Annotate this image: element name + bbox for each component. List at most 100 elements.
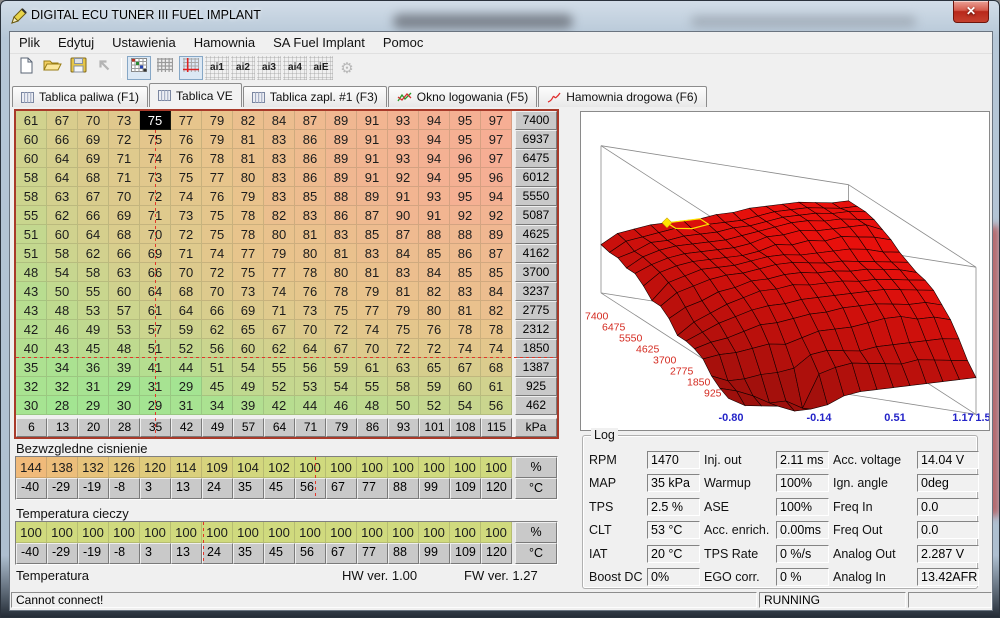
- ve-cell-r11c11[interactable]: 74: [357, 320, 388, 339]
- mini1-pct-13[interactable]: 100: [419, 457, 450, 478]
- ve-cell-r10c1[interactable]: 48: [47, 301, 78, 320]
- ve-cell-r11c9[interactable]: 70: [295, 320, 326, 339]
- ve-cell-r3c14[interactable]: 95: [450, 168, 481, 187]
- mini2-pct-12[interactable]: 100: [388, 522, 419, 543]
- ve-cell-r9c7[interactable]: 73: [233, 282, 264, 301]
- fuel-table-button[interactable]: [127, 56, 151, 80]
- ve-cell-r6c7[interactable]: 78: [233, 225, 264, 244]
- ve-cell-r9c2[interactable]: 55: [78, 282, 109, 301]
- ve-cell-r8c10[interactable]: 80: [326, 263, 357, 282]
- mini1-pct-1[interactable]: 138: [47, 457, 78, 478]
- mini2-pct-14[interactable]: 100: [450, 522, 481, 543]
- mini2-pct-9[interactable]: 100: [295, 522, 326, 543]
- ve-cell-r4c6[interactable]: 76: [202, 187, 233, 206]
- ve-cell-r14c6[interactable]: 45: [202, 377, 233, 396]
- menu-item-edytuj[interactable]: Edytuj: [49, 32, 103, 53]
- ve-cell-r11c5[interactable]: 59: [171, 320, 202, 339]
- mini2-pct-1[interactable]: 100: [47, 522, 78, 543]
- ve-cell-r12c0[interactable]: 40: [16, 339, 47, 358]
- mini1-pct-15[interactable]: 100: [481, 457, 512, 478]
- mini1-pct-12[interactable]: 100: [388, 457, 419, 478]
- ve-cell-r13c13[interactable]: 65: [419, 358, 450, 377]
- ve-cell-r8c15[interactable]: 85: [481, 263, 512, 282]
- ve-cell-r5c11[interactable]: 87: [357, 206, 388, 225]
- ve-cell-r2c3[interactable]: 71: [109, 149, 140, 168]
- tab-tablica-paliwa-f1-[interactable]: Tablica paliwa (F1): [12, 86, 148, 107]
- ve-cell-r11c1[interactable]: 46: [47, 320, 78, 339]
- ve-cell-r10c8[interactable]: 71: [264, 301, 295, 320]
- ve-cell-r15c15[interactable]: 56: [481, 396, 512, 415]
- ve-cell-r3c5[interactable]: 75: [171, 168, 202, 187]
- ve-cell-r4c11[interactable]: 89: [357, 187, 388, 206]
- ve-cell-r4c5[interactable]: 74: [171, 187, 202, 206]
- ve-cell-r3c15[interactable]: 96: [481, 168, 512, 187]
- ve-cell-r0c7[interactable]: 82: [233, 111, 264, 130]
- ve-cell-r14c13[interactable]: 59: [419, 377, 450, 396]
- mini2-pct-0[interactable]: 100: [16, 522, 47, 543]
- ve-cell-r14c12[interactable]: 58: [388, 377, 419, 396]
- ve-cell-r8c4[interactable]: 66: [140, 263, 171, 282]
- menu-item-sa-fuel-implant[interactable]: SA Fuel Implant: [264, 32, 374, 53]
- ve-cell-r0c4[interactable]: 75: [140, 111, 171, 130]
- ve-cell-r3c2[interactable]: 68: [78, 168, 109, 187]
- ve-cell-r15c4[interactable]: 29: [140, 396, 171, 415]
- ve-cell-r2c4[interactable]: 74: [140, 149, 171, 168]
- ve-cell-r1c3[interactable]: 72: [109, 130, 140, 149]
- ve-cell-r1c15[interactable]: 97: [481, 130, 512, 149]
- ve-cell-r9c3[interactable]: 60: [109, 282, 140, 301]
- ve-cell-r1c12[interactable]: 93: [388, 130, 419, 149]
- tab-tablica-zapl-1-f3-[interactable]: Tablica zapl. #1 (F3): [243, 86, 387, 107]
- ve-cell-r7c5[interactable]: 71: [171, 244, 202, 263]
- settings-button[interactable]: ⚙: [335, 56, 359, 80]
- ve-cell-r10c12[interactable]: 79: [388, 301, 419, 320]
- ve-cell-r11c2[interactable]: 49: [78, 320, 109, 339]
- ve-cell-r4c4[interactable]: 72: [140, 187, 171, 206]
- ve-cell-r12c3[interactable]: 48: [109, 339, 140, 358]
- ve-cell-r11c10[interactable]: 72: [326, 320, 357, 339]
- ve-cell-r10c13[interactable]: 80: [419, 301, 450, 320]
- ve-cell-r6c4[interactable]: 70: [140, 225, 171, 244]
- ve-cell-r15c6[interactable]: 34: [202, 396, 233, 415]
- mini2-pct-15[interactable]: 100: [481, 522, 512, 543]
- ve-cell-r9c10[interactable]: 78: [326, 282, 357, 301]
- ve-cell-r5c13[interactable]: 91: [419, 206, 450, 225]
- ve-cell-r9c15[interactable]: 84: [481, 282, 512, 301]
- ve-cell-r10c14[interactable]: 81: [450, 301, 481, 320]
- ve-cell-r0c3[interactable]: 73: [109, 111, 140, 130]
- mini2-pct-13[interactable]: 100: [419, 522, 450, 543]
- ve-cell-r13c12[interactable]: 63: [388, 358, 419, 377]
- tab-okno-logowania-f5-[interactable]: Okno logowania (F5): [388, 86, 537, 107]
- ve-cell-r8c14[interactable]: 85: [450, 263, 481, 282]
- ve-cell-r10c10[interactable]: 75: [326, 301, 357, 320]
- ve-cell-r4c3[interactable]: 70: [109, 187, 140, 206]
- tab-hamownia-drogowa-f6-[interactable]: Hamownia drogowa (F6): [538, 86, 706, 107]
- ve-cell-r8c12[interactable]: 83: [388, 263, 419, 282]
- ve-cell-r13c2[interactable]: 36: [78, 358, 109, 377]
- ve-cell-r5c7[interactable]: 78: [233, 206, 264, 225]
- ve-cell-r14c10[interactable]: 54: [326, 377, 357, 396]
- ve-cell-r5c2[interactable]: 66: [78, 206, 109, 225]
- mini1-pct-0[interactable]: 144: [16, 457, 47, 478]
- ve-cell-r0c10[interactable]: 89: [326, 111, 357, 130]
- ve-cell-r5c10[interactable]: 86: [326, 206, 357, 225]
- ve-cell-r14c15[interactable]: 61: [481, 377, 512, 396]
- ve-cell-r6c12[interactable]: 87: [388, 225, 419, 244]
- ve-cell-r8c5[interactable]: 70: [171, 263, 202, 282]
- ve-cell-r12c5[interactable]: 52: [171, 339, 202, 358]
- ve-cell-r3c6[interactable]: 77: [202, 168, 233, 187]
- ve-cell-r14c1[interactable]: 32: [47, 377, 78, 396]
- mini2-pct-7[interactable]: 100: [233, 522, 264, 543]
- ve-cell-r8c9[interactable]: 78: [295, 263, 326, 282]
- ve-cell-r0c2[interactable]: 70: [78, 111, 109, 130]
- ve-cell-r11c8[interactable]: 67: [264, 320, 295, 339]
- ve-cell-r12c12[interactable]: 72: [388, 339, 419, 358]
- ve-cell-r5c9[interactable]: 83: [295, 206, 326, 225]
- ve-cell-r11c6[interactable]: 62: [202, 320, 233, 339]
- ve-cell-r2c1[interactable]: 64: [47, 149, 78, 168]
- ve-cell-r11c3[interactable]: 53: [109, 320, 140, 339]
- ve-cell-r6c2[interactable]: 64: [78, 225, 109, 244]
- ve-cell-r13c7[interactable]: 54: [233, 358, 264, 377]
- ve-cell-r7c4[interactable]: 69: [140, 244, 171, 263]
- mini1-pct-11[interactable]: 100: [357, 457, 388, 478]
- mini2-pct-4[interactable]: 100: [140, 522, 171, 543]
